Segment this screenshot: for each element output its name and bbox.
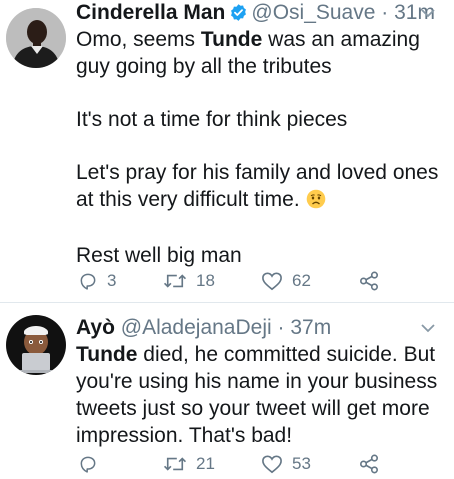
like-count: 53 xyxy=(292,454,311,473)
tweet-paragraph: Tunde died, he committed suicide. But yo… xyxy=(76,341,448,449)
chevron-down-icon[interactable] xyxy=(420,6,436,24)
tweet-paragraph: Omo, seems Tunde was an amazing guy goin… xyxy=(76,26,448,80)
tweet-paragraph: It's not a time for think pieces xyxy=(76,108,348,131)
like-count: 62 xyxy=(292,271,311,290)
avatar[interactable] xyxy=(6,315,66,375)
reply-button[interactable] xyxy=(78,451,107,477)
tweet-header: Ayò @AladejanaDeji · 37m xyxy=(76,315,331,341)
like-button[interactable]: 53 xyxy=(261,451,311,477)
reply-icon xyxy=(80,456,96,473)
tweet-paragraph: Let's pray for his family and loved ones… xyxy=(76,159,448,216)
heart-icon xyxy=(262,455,282,474)
bold-text: Tunde xyxy=(200,28,263,51)
author-name[interactable]: Cinderella Man xyxy=(76,1,225,24)
heart-icon xyxy=(262,272,282,291)
reply-button[interactable]: 3 xyxy=(78,268,116,294)
avatar[interactable] xyxy=(6,8,66,68)
tweet[interactable]: Ayò @AladejanaDeji · 37m Tunde died, he … xyxy=(0,303,454,479)
tweet-text: Omo, seems Tunde was an amazing guy goin… xyxy=(76,26,448,269)
retweet-icon xyxy=(163,274,187,288)
share-button[interactable] xyxy=(359,451,379,477)
tweet-actions: 3 18 62 xyxy=(76,268,396,294)
tweet-paragraph: Rest well big man xyxy=(76,244,242,267)
retweet-count: 21 xyxy=(196,454,215,473)
share-button[interactable] xyxy=(359,268,379,294)
tweet-actions: 21 53 xyxy=(76,451,396,477)
separator-dot: · xyxy=(277,316,285,339)
retweet-count: 18 xyxy=(196,271,215,290)
retweet-button[interactable]: 18 xyxy=(163,268,215,294)
author-handle[interactable]: @Osi_Suave xyxy=(251,1,375,24)
worried-face-emoji xyxy=(306,189,326,216)
like-button[interactable]: 62 xyxy=(261,268,311,294)
share-icon xyxy=(360,271,378,291)
bold-text: Tunde xyxy=(76,343,138,366)
author-handle[interactable]: @AladejanaDeji xyxy=(121,316,272,339)
tweet-header: Cinderella Man @Osi_Suave · 31m xyxy=(76,0,435,29)
separator-dot: · xyxy=(381,1,389,24)
tweet-text: Tunde died, he committed suicide. But yo… xyxy=(76,341,448,449)
retweet-button[interactable]: 21 xyxy=(163,451,215,477)
author-name[interactable]: Ayò xyxy=(76,316,115,339)
text-span: Omo, seems xyxy=(76,28,201,51)
share-icon xyxy=(360,454,378,474)
reply-icon xyxy=(80,273,96,290)
retweet-icon xyxy=(163,457,187,471)
reply-count: 3 xyxy=(107,271,117,290)
timestamp[interactable]: 37m xyxy=(290,316,331,339)
text-span: Let's pray for his family and loved ones… xyxy=(76,161,439,211)
tweet[interactable]: Cinderella Man @Osi_Suave · 31m Omo, seem… xyxy=(0,0,454,302)
chevron-down-icon[interactable] xyxy=(420,321,436,339)
